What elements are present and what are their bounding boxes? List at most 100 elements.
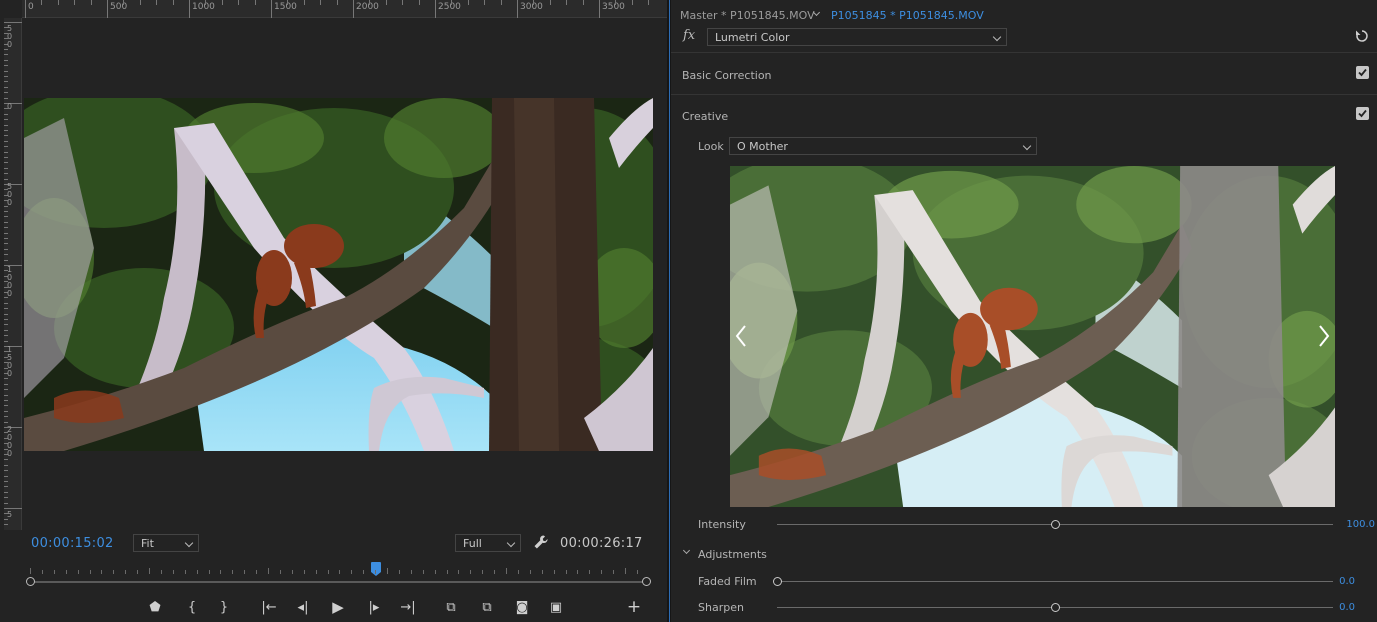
comparison-view-icon[interactable]: ▣ — [545, 597, 567, 617]
go-to-in-icon[interactable]: |← — [258, 597, 280, 617]
scrubber-tick — [268, 568, 269, 574]
ruler-tick — [4, 491, 8, 493]
ruler-tick — [418, 0, 420, 5]
lift-icon[interactable]: ⧉ — [440, 597, 462, 617]
ruler-tick — [4, 54, 8, 56]
timeline-scrubber[interactable] — [24, 562, 654, 590]
scrubber-track[interactable] — [30, 581, 648, 583]
out-point-handle[interactable] — [642, 577, 651, 586]
ruler-tick — [4, 508, 22, 509]
section-basic-correction[interactable]: Basic Correction — [682, 69, 772, 82]
ruler-tick — [4, 59, 8, 61]
play-icon[interactable]: ▶ — [327, 597, 349, 617]
scrubber-tick — [506, 568, 507, 574]
chevron-down-icon[interactable] — [682, 546, 691, 555]
creative-enable-checkbox[interactable] — [1356, 107, 1369, 120]
ruler-tick — [4, 329, 8, 331]
mark-out-icon[interactable]: } — [213, 597, 235, 617]
section-creative[interactable]: Creative — [682, 110, 728, 123]
scrubber-tick — [65, 570, 67, 574]
tab-master-clip[interactable]: Master * P1051845.MOV — [680, 9, 815, 22]
extract-icon[interactable]: ⧉ — [476, 597, 498, 617]
scrubber-tick — [529, 570, 531, 574]
go-to-out-icon[interactable]: →| — [397, 597, 419, 617]
scrubber-tick — [279, 570, 281, 574]
ruler-tick — [4, 389, 8, 391]
faded-film-slider-track[interactable] — [777, 581, 1333, 582]
basic-correction-enable-checkbox[interactable] — [1356, 66, 1369, 79]
faded-film-value[interactable]: 0.0 — [1339, 576, 1355, 587]
scrubber-tick — [613, 570, 615, 574]
ruler-tick — [4, 416, 8, 418]
sharpen-value[interactable]: 0.0 — [1339, 602, 1355, 613]
ruler-tick — [4, 130, 8, 131]
section-adjustments[interactable]: Adjustments — [698, 548, 767, 561]
intensity-value[interactable]: 100.0 — [1346, 519, 1375, 530]
scrubber-tick — [172, 570, 174, 574]
scrubber-tick — [601, 570, 603, 574]
faded-film-slider-knob[interactable] — [773, 577, 782, 586]
export-frame-icon[interactable]: ◙ — [511, 597, 533, 617]
program-video-frame[interactable] — [24, 98, 653, 451]
ruler-tick — [582, 0, 584, 5]
in-point-handle[interactable] — [26, 577, 35, 586]
ruler-tick — [238, 0, 240, 5]
ruler-tick — [4, 313, 8, 315]
tab-sequence-clip[interactable]: P1051845 * P1051845.MOV — [831, 9, 984, 22]
next-look-icon[interactable] — [1317, 323, 1331, 349]
ruler-tick — [4, 383, 8, 385]
scrubber-tick — [446, 570, 448, 574]
scrubber-tick — [339, 570, 341, 574]
scrubber-tick — [125, 570, 127, 574]
ruler-label: 3000 — [520, 2, 543, 12]
ruler-tick — [4, 459, 8, 461]
ruler-tick — [4, 232, 8, 234]
scrubber-tick — [89, 570, 91, 574]
scrubber-tick — [232, 570, 234, 574]
playback-resolution-select[interactable]: Full — [455, 534, 521, 552]
ruler-tick — [74, 0, 76, 5]
mark-in-icon[interactable]: { — [181, 597, 203, 617]
ruler-tick — [254, 0, 256, 5]
sharpen-slider-knob[interactable] — [1051, 603, 1060, 612]
step-forward-icon[interactable]: |▸ — [363, 597, 385, 617]
ruler-tick — [4, 378, 8, 380]
scrubber-tick — [303, 570, 305, 574]
ruler-tick — [4, 178, 8, 180]
step-back-icon[interactable]: ◂| — [292, 597, 314, 617]
separator — [671, 52, 1377, 53]
current-timecode[interactable]: 00:00:15:02 — [31, 536, 114, 551]
ruler-tick — [4, 302, 8, 304]
ruler-tick — [4, 405, 8, 407]
sharpen-label: Sharpen — [698, 601, 744, 614]
ruler-label: 2500 — [438, 2, 461, 12]
horizontal-ruler: 0 500 1000 1500 2000 2500 3000 3500 — [22, 0, 667, 18]
ruler-tick — [4, 119, 8, 121]
ruler-tick — [648, 0, 650, 5]
scrubber-tick — [256, 570, 258, 574]
ruler-tick — [90, 0, 92, 5]
marker-icon[interactable]: ⬟ — [144, 597, 166, 617]
zoom-level-select[interactable]: Fit — [133, 534, 199, 552]
previous-look-icon[interactable] — [734, 323, 748, 349]
scrubber-tick — [196, 570, 198, 574]
add-button-icon[interactable]: + — [623, 597, 645, 617]
settings-wrench-icon[interactable] — [533, 534, 549, 550]
scrubber-tick — [565, 570, 567, 574]
ruler-label: 2000 — [356, 2, 379, 12]
ruler-tick — [4, 146, 8, 148]
look-select[interactable]: O Mother — [729, 137, 1037, 155]
ruler-tick — [599, 0, 600, 18]
reset-icon[interactable] — [1354, 28, 1370, 44]
scrubber-tick — [553, 570, 555, 574]
ruler-tick — [4, 81, 8, 83]
ruler-label: 0 — [7, 102, 13, 111]
look-preview-thumbnail[interactable] — [730, 166, 1335, 507]
ruler-tick — [320, 0, 322, 5]
ruler-tick — [205, 0, 207, 5]
ruler-tick — [4, 113, 8, 115]
ruler-tick — [4, 524, 8, 526]
effect-select[interactable]: Lumetri Color — [707, 28, 1007, 46]
intensity-slider-knob[interactable] — [1051, 520, 1060, 529]
duration-timecode: 00:00:26:17 — [560, 536, 643, 551]
